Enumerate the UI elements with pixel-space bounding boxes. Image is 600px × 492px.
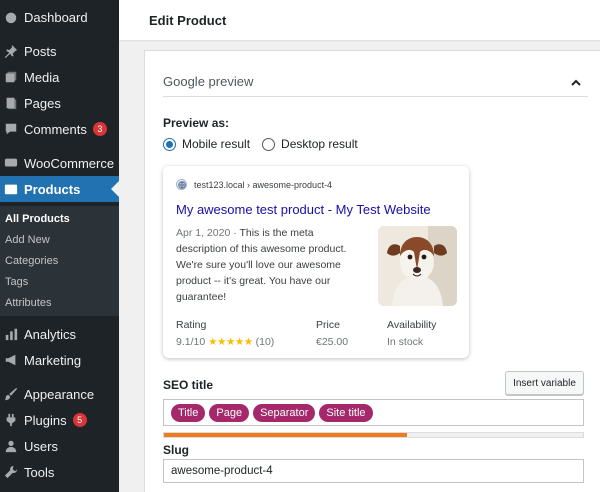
panel-heading: Google preview	[163, 74, 254, 89]
price-value: €25.00	[316, 336, 349, 348]
availability-column: Availability In stock	[387, 319, 437, 348]
panel-header[interactable]: Google preview	[163, 67, 588, 97]
woocommerce-icon	[4, 156, 18, 170]
product-image-dog	[378, 226, 457, 306]
radio-button[interactable]	[262, 137, 276, 151]
submenu-tags[interactable]: Tags	[5, 276, 28, 288]
products-icon	[4, 182, 18, 196]
submenu-all-products[interactable]: All Products	[5, 213, 70, 225]
chevron-up-icon[interactable]	[570, 76, 582, 88]
availability-value: In stock	[387, 336, 424, 348]
variable-tag-page[interactable]: Page	[209, 403, 250, 422]
radio-desktop-result[interactable]: Desktop result	[262, 137, 358, 151]
admin-sidebar: Dashboard Posts Media Pages Comments 3 W…	[0, 0, 119, 492]
radio-button-checked[interactable]	[163, 137, 176, 151]
media-icon	[4, 70, 18, 84]
rating-count: (10)	[255, 336, 275, 348]
sidebar-item-media[interactable]: Media	[0, 64, 119, 90]
preview-mode-options: Mobile result Desktop result	[163, 137, 370, 151]
seo-title-field[interactable]: Title Page Separator Site title	[163, 399, 584, 426]
sidebar-item-tools[interactable]: Tools	[0, 459, 119, 485]
megaphone-icon	[4, 353, 18, 367]
analytics-icon	[4, 327, 18, 341]
mobile-result-card: test123.local › awesome-product-4 My awe…	[163, 166, 469, 358]
progress-fill	[164, 433, 408, 437]
google-preview-panel: Google preview Preview as: Mobile result…	[144, 50, 600, 492]
comment-icon	[4, 122, 18, 136]
preview-as-label: Preview as:	[163, 116, 230, 130]
globe-icon	[176, 179, 187, 190]
variable-tag-separator[interactable]: Separator	[253, 403, 316, 422]
sidebar-item-pages[interactable]: Pages	[0, 90, 119, 116]
rating-stars-icon: ★★★★★	[208, 336, 253, 348]
plugin-icon	[4, 413, 18, 427]
sidebar-item-analytics[interactable]: Analytics	[0, 321, 119, 347]
top-bar: Edit Product	[119, 0, 600, 40]
sidebar-item-posts[interactable]: Posts	[0, 38, 119, 64]
result-description: Apr 1, 2020 · This is the meta descripti…	[176, 227, 347, 303]
sidebar-item-plugins[interactable]: Plugins 5	[0, 407, 119, 433]
wrench-icon	[4, 465, 18, 479]
variable-tag-site-title[interactable]: Site title	[319, 403, 373, 422]
brush-icon	[4, 387, 18, 401]
insert-variable-button[interactable]: Insert variable	[505, 371, 584, 395]
sidebar-item-appearance[interactable]: Appearance	[0, 381, 119, 407]
comments-count-badge: 3	[92, 122, 107, 136]
sidebar-item-marketing[interactable]: Marketing	[0, 347, 119, 373]
users-icon	[4, 439, 18, 453]
submenu-categories[interactable]: Categories	[5, 255, 58, 267]
result-date: Apr 1, 2020	[176, 227, 231, 239]
sidebar-item-users[interactable]: Users	[0, 433, 119, 459]
price-column: Price €25.00	[316, 319, 349, 348]
dashboard-icon	[4, 10, 18, 24]
result-title-link[interactable]: My awesome test product - My Test Websit…	[176, 202, 431, 217]
radio-mobile-result[interactable]: Mobile result	[163, 137, 250, 151]
result-url: test123.local › awesome-product-4	[176, 179, 332, 190]
slug-label: Slug	[163, 443, 189, 457]
pages-icon	[4, 96, 18, 110]
seo-title-length-progress	[163, 432, 584, 438]
seo-title-label: SEO title	[163, 378, 214, 392]
sidebar-item-dashboard[interactable]: Dashboard	[0, 4, 119, 30]
sidebar-item-products[interactable]: Products	[0, 176, 119, 202]
variable-tag-title[interactable]: Title	[171, 403, 206, 422]
page-title: Edit Product	[149, 12, 227, 28]
sidebar-item-comments[interactable]: Comments 3	[0, 116, 119, 142]
rating-column: Rating 9.1/10 ★★★★★ (10)	[176, 319, 275, 348]
pin-icon	[4, 44, 18, 58]
slug-input[interactable]: awesome-product-4	[163, 459, 584, 483]
products-submenu: All Products Add New Categories Tags Att…	[0, 206, 119, 316]
submenu-attributes[interactable]: Attributes	[5, 297, 51, 309]
submenu-add-new[interactable]: Add New	[5, 234, 50, 246]
plugins-count-badge: 5	[72, 413, 87, 427]
rating-value: 9.1/10	[176, 336, 206, 348]
sidebar-item-woocommerce[interactable]: WooCommerce	[0, 150, 119, 176]
